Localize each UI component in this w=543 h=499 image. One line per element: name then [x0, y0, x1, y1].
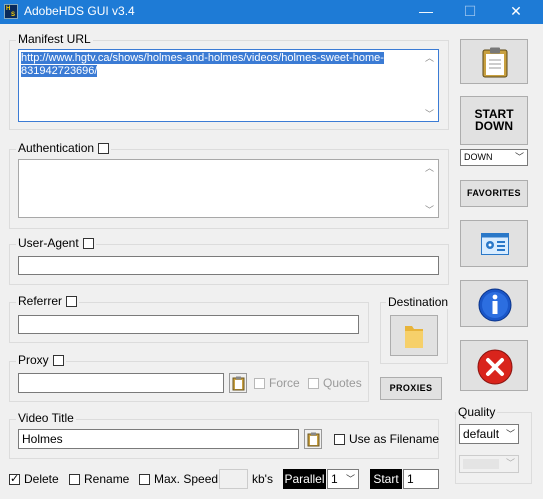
rename-option: Rename	[69, 472, 129, 486]
start-label: Start	[370, 469, 402, 489]
exit-icon	[477, 349, 513, 385]
referrer-input[interactable]	[18, 315, 359, 334]
quotes-checkbox[interactable]	[308, 378, 319, 389]
manifest-url-scrollbar[interactable]: ︿ ﹀	[422, 50, 438, 121]
user-agent-label: User-Agent	[16, 236, 96, 250]
start-input[interactable]: 1	[403, 469, 439, 489]
chevron-down-icon: ﹀	[345, 474, 355, 484]
referrer-label-text: Referrer	[18, 294, 63, 308]
proxies-button[interactable]: PROXIES	[380, 377, 442, 400]
max-speed-option: Max. Speed	[139, 472, 218, 486]
parallel-select[interactable]: 1 ﹀	[327, 469, 359, 489]
referrer-checkbox[interactable]	[66, 296, 78, 307]
manifest-url-text: http://www.hgtv.ca/shows/holmes-and-holm…	[21, 52, 384, 77]
scroll-up-arrow[interactable]: ︿	[425, 51, 434, 64]
video-title-paste-button[interactable]	[304, 429, 322, 449]
user-agent-label-text: User-Agent	[18, 236, 79, 250]
use-as-filename-label: Use as Filename	[349, 432, 440, 446]
about-button[interactable]	[460, 280, 528, 327]
quality-select-value: default	[463, 427, 500, 441]
scroll-down-arrow[interactable]: ﹀	[425, 203, 434, 216]
close-button[interactable]: ✕	[494, 0, 538, 24]
exit-button[interactable]	[460, 340, 528, 391]
clipboard-icon	[307, 432, 320, 447]
speed-unit-label: kb's	[252, 472, 273, 486]
quality-label: Quality	[456, 405, 498, 419]
chevron-down-icon: ﹀	[514, 152, 524, 162]
use-as-filename-option: Use as Filename	[334, 432, 439, 446]
proxy-checkbox[interactable]	[52, 355, 64, 366]
title-bar: HS AdobeHDS GUI v3.4 — ☐ ✕	[0, 0, 543, 24]
minimize-button[interactable]: —	[404, 0, 448, 24]
info-icon	[478, 288, 512, 322]
mode-select[interactable]: DOWN ﹀	[460, 149, 528, 166]
user-agent-input[interactable]	[18, 256, 439, 275]
destination-folder-button[interactable]	[390, 315, 438, 356]
referrer-label: Referrer	[16, 294, 80, 308]
manifest-url-label: Manifest URL	[16, 32, 93, 46]
max-speed-input[interactable]	[219, 469, 248, 489]
quotes-label: Quotes	[323, 376, 362, 390]
app-icon: HS	[4, 4, 18, 19]
start-download-button[interactable]: START DOWN	[460, 96, 528, 145]
rename-checkbox[interactable]	[69, 474, 80, 485]
force-label: Force	[269, 376, 300, 390]
authentication-label: Authentication	[16, 141, 112, 155]
chevron-down-icon: ﹀	[505, 429, 515, 439]
scroll-down-arrow[interactable]: ﹀	[425, 107, 434, 120]
user-agent-checkbox[interactable]	[82, 238, 94, 249]
parallel-value: 1	[331, 472, 338, 486]
paste-url-button[interactable]	[460, 39, 528, 84]
manifest-url-input[interactable]: http://www.hgtv.ca/shows/holmes-and-holm…	[18, 49, 439, 122]
quality-group	[455, 412, 532, 484]
proxy-label-text: Proxy	[18, 353, 49, 367]
clipboard-icon	[482, 47, 508, 78]
authentication-scrollbar[interactable]: ︿ ﹀	[422, 160, 438, 217]
max-speed-checkbox[interactable]	[139, 474, 150, 485]
destination-label: Destination	[386, 295, 451, 309]
authentication-label-text: Authentication	[18, 141, 95, 155]
quality-secondary-select[interactable]: ﹀	[459, 455, 519, 473]
window-title: AdobeHDS GUI v3.4	[24, 4, 135, 18]
proxy-force-option: Force	[254, 376, 300, 390]
rename-label: Rename	[84, 472, 130, 486]
video-title-label: Video Title	[16, 411, 76, 425]
use-as-filename-checkbox[interactable]	[334, 434, 345, 445]
proxy-quotes-option: Quotes	[308, 376, 362, 390]
force-checkbox[interactable]	[254, 378, 265, 389]
delete-checkbox[interactable]	[9, 472, 20, 486]
clipboard-icon	[232, 376, 245, 391]
authentication-input[interactable]: ︿ ﹀	[18, 159, 439, 218]
mode-select-value: DOWN	[464, 152, 493, 162]
maximize-button[interactable]: ☐	[448, 0, 492, 24]
settings-button[interactable]	[460, 220, 528, 267]
delete-option: Delete	[9, 472, 59, 486]
proxy-paste-button[interactable]	[229, 373, 247, 393]
chevron-down-icon: ﹀	[505, 458, 515, 468]
parallel-label: Parallel	[283, 469, 326, 489]
delete-label: Delete	[24, 472, 59, 486]
quality-secondary-placeholder	[463, 459, 499, 469]
folder-icon	[405, 326, 423, 348]
quality-select[interactable]: default ﹀	[459, 424, 519, 444]
video-title-input[interactable]: Holmes	[18, 429, 299, 449]
proxy-input[interactable]	[18, 373, 224, 393]
max-speed-label: Max. Speed	[154, 472, 219, 486]
settings-panel-icon	[481, 233, 509, 255]
scroll-up-arrow[interactable]: ︿	[425, 161, 434, 174]
proxy-label: Proxy	[16, 353, 66, 367]
start-download-line2: DOWN	[475, 119, 513, 133]
authentication-checkbox[interactable]	[98, 143, 110, 154]
favorites-button[interactable]: FAVORITES	[460, 180, 528, 207]
